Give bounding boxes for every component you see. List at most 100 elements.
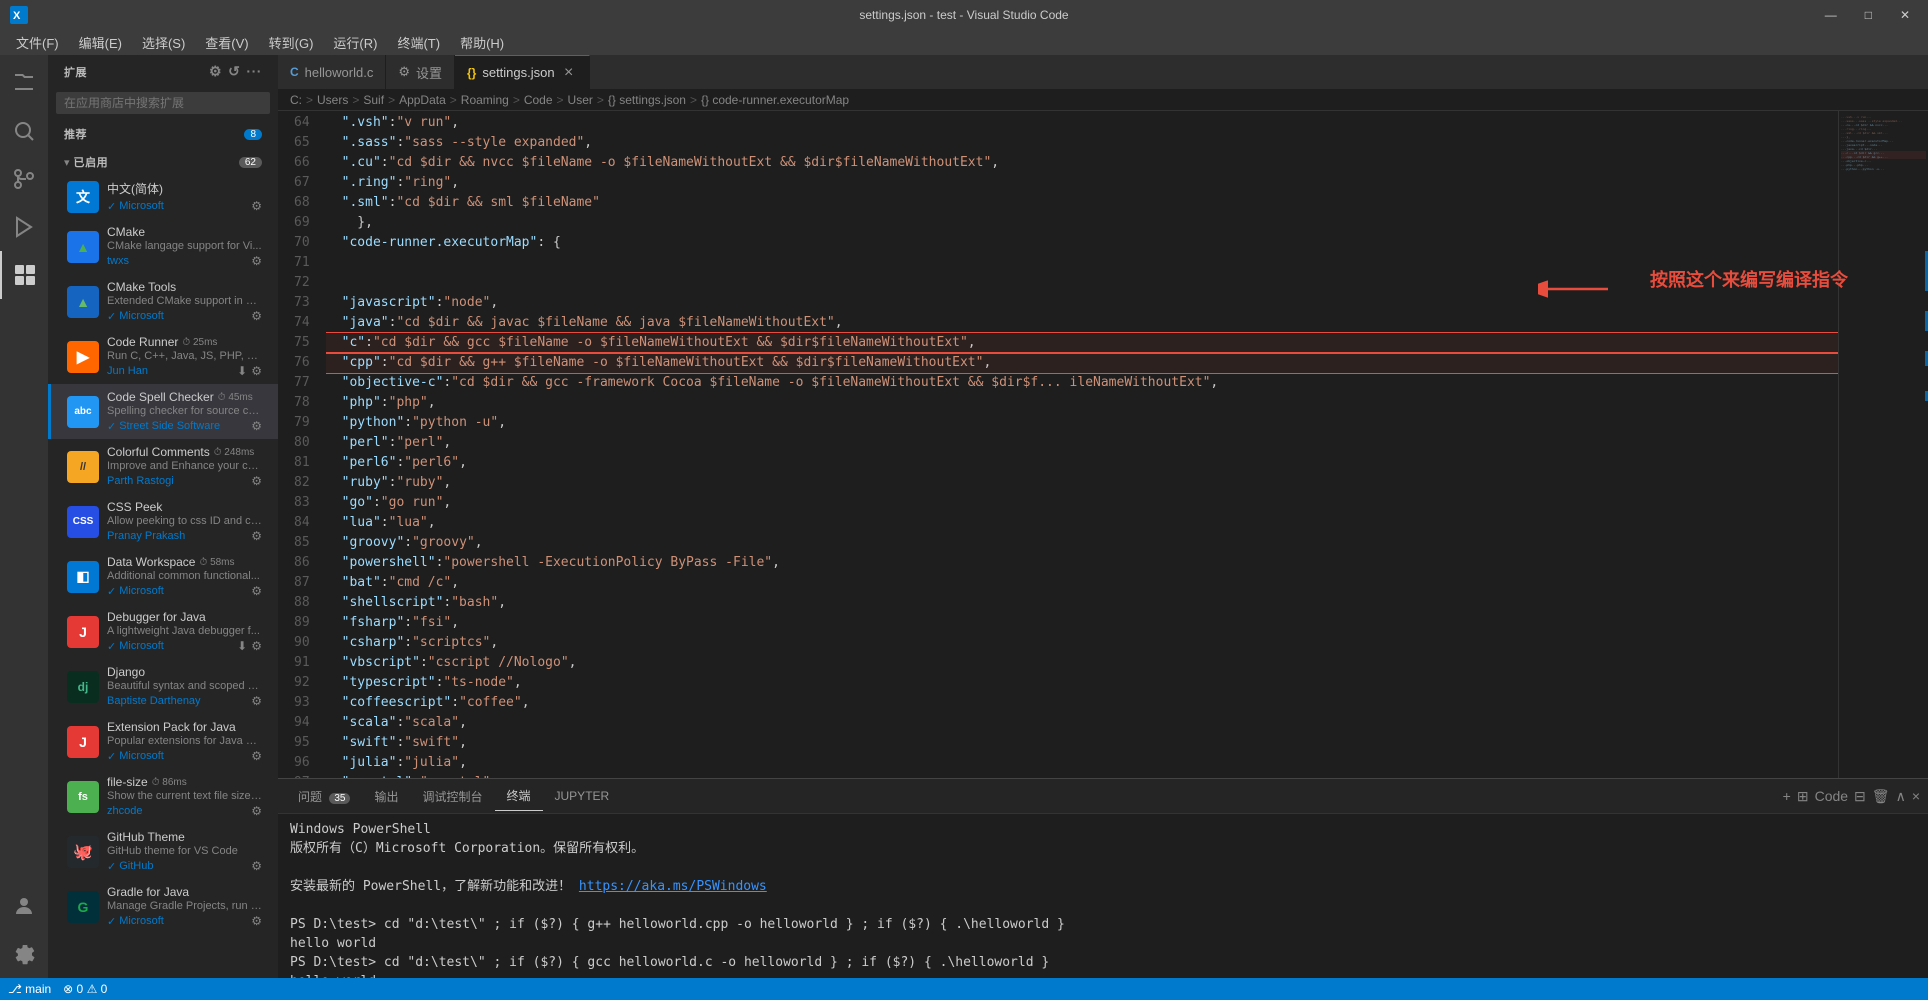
- ext-item-css-peek[interactable]: CSS CSS Peek Allow peeking to css ID and…: [48, 494, 278, 549]
- ext-item-cmake-tools[interactable]: ▲ CMake Tools Extended CMake support in …: [48, 274, 278, 329]
- ext-item-data-workspace[interactable]: ◧ Data Workspace ⏱ 58ms Additional commo…: [48, 549, 278, 604]
- line-number: 89: [286, 613, 318, 633]
- more-actions-icon[interactable]: ···: [246, 63, 262, 80]
- sidebar-header-actions[interactable]: ⚙ ↺ ···: [209, 63, 262, 80]
- ext-settings-icon[interactable]: ⚙: [251, 914, 262, 928]
- tab-close-button[interactable]: ×: [561, 65, 577, 81]
- terminal-area: 问题 35 输出 调试控制台 终端 JUPYTER + ⊞ Code ⊟ 🗑 ∧…: [278, 778, 1928, 978]
- minimize-button[interactable]: —: [1817, 4, 1845, 26]
- ext-settings-icon[interactable]: ⚙: [251, 749, 262, 763]
- activity-settings[interactable]: [0, 930, 48, 978]
- activity-search[interactable]: [0, 107, 48, 155]
- line-number: 93: [286, 693, 318, 713]
- ext-item-chinese[interactable]: 文 中文(简体) ✓ Microsoft ⚙: [48, 174, 278, 219]
- terminal-content[interactable]: Windows PowerShell 版权所有（C）Microsoft Corp…: [278, 814, 1928, 978]
- code-line: "php": "php",: [326, 393, 1838, 413]
- terminal-line: 版权所有（C）Microsoft Corporation。保留所有权利。: [290, 839, 1916, 858]
- title-bar-controls[interactable]: — □ ✕: [1817, 4, 1918, 26]
- terminal-tab-problems[interactable]: 问题 35: [286, 782, 362, 811]
- refresh-icon[interactable]: ↺: [228, 63, 240, 80]
- sidebar-search[interactable]: [48, 88, 278, 122]
- menu-item[interactable]: 终端(T): [389, 31, 448, 54]
- svg-text:X: X: [13, 10, 21, 22]
- code-line: "python": "python -u",: [326, 413, 1838, 433]
- ext-download-icon[interactable]: ⬇: [237, 364, 247, 378]
- ext-item-code-runner[interactable]: ▶ Code Runner ⏱ 25ms Run C, C++, Java, J…: [48, 329, 278, 384]
- menu-bar[interactable]: 文件(F)编辑(E)选择(S)查看(V)转到(G)运行(R)终端(T)帮助(H): [0, 30, 1928, 55]
- line-number: 90: [286, 633, 318, 653]
- status-errors[interactable]: ⊗ 0 ⚠ 0: [63, 982, 107, 996]
- line-number: 71: [286, 253, 318, 273]
- ext-item-debugger-java[interactable]: J Debugger for Java A lightweight Java d…: [48, 604, 278, 659]
- ext-settings-icon[interactable]: ⚙: [251, 804, 262, 818]
- close-button[interactable]: ✕: [1892, 4, 1918, 26]
- activity-git[interactable]: [0, 155, 48, 203]
- ext-download-icon[interactable]: ⬇: [237, 639, 247, 653]
- maximize-button[interactable]: □: [1857, 4, 1880, 26]
- menu-item[interactable]: 转到(G): [261, 31, 322, 54]
- line-number: 95: [286, 733, 318, 753]
- ext-settings-icon[interactable]: ⚙: [251, 584, 262, 598]
- terminal-trash-icon[interactable]: 🗑: [1872, 788, 1890, 805]
- ext-settings-icon[interactable]: ⚙: [251, 254, 262, 268]
- terminal-add-icon[interactable]: +: [1783, 788, 1791, 804]
- activity-explorer[interactable]: [0, 59, 48, 107]
- search-input[interactable]: [56, 92, 270, 114]
- ext-info-css-peek: CSS Peek Allow peeking to css ID and cl.…: [107, 500, 262, 543]
- ext-info-spell-checker: Code Spell Checker ⏱ 45ms Spelling check…: [107, 390, 262, 433]
- tab-settings-json[interactable]: {} settings.json ×: [455, 55, 590, 90]
- activity-extensions[interactable]: [0, 251, 48, 299]
- terminal-tab-terminal[interactable]: 终端: [495, 781, 543, 811]
- tab-helloworld-c[interactable]: C helloworld.c: [278, 55, 386, 90]
- terminal-close-icon[interactable]: ×: [1912, 788, 1920, 804]
- menu-item[interactable]: 运行(R): [325, 31, 385, 54]
- ext-item-file-size[interactable]: fs file-size ⏱ 86ms Show the current tex…: [48, 769, 278, 824]
- ext-item-ext-pack-java[interactable]: J Extension Pack for Java Popular extens…: [48, 714, 278, 769]
- ext-settings-icon[interactable]: ⚙: [251, 639, 262, 653]
- ext-settings-icon[interactable]: ⚙: [251, 199, 262, 213]
- ext-settings-icon[interactable]: ⚙: [251, 529, 262, 543]
- terminal-chevron-up-icon[interactable]: ∧: [1896, 788, 1906, 805]
- editor-content[interactable]: ".vsh": "v run", ".sass": "sass --style …: [326, 111, 1838, 778]
- section-header-recommended[interactable]: 推荐 8: [48, 122, 278, 146]
- code-line: "code-runner.executorMap": {: [326, 233, 1838, 253]
- ext-item-gradle-java[interactable]: G Gradle for Java Manage Gradle Projects…: [48, 879, 278, 934]
- section-header-enabled[interactable]: ▾ 已启用 62: [48, 150, 278, 174]
- ext-item-colorful-comments[interactable]: // Colorful Comments ⏱ 248ms Improve and…: [48, 439, 278, 494]
- activity-debug[interactable]: [0, 203, 48, 251]
- ext-item-github-theme[interactable]: 🐙 GitHub Theme GitHub theme for VS Code …: [48, 824, 278, 879]
- menu-item[interactable]: 选择(S): [134, 31, 193, 54]
- ext-settings-icon[interactable]: ⚙: [251, 474, 262, 488]
- terminal-layout-icon[interactable]: ⊟: [1854, 788, 1866, 805]
- menu-item[interactable]: 帮助(H): [452, 31, 512, 54]
- terminal-split-icon[interactable]: ⊞: [1797, 788, 1809, 805]
- menu-item[interactable]: 编辑(E): [71, 31, 130, 54]
- terminal-panel-icon[interactable]: Code: [1815, 788, 1848, 804]
- ext-item-django[interactable]: dj Django Beautiful syntax and scoped s.…: [48, 659, 278, 714]
- line-number: 69: [286, 213, 318, 233]
- annotation-overlay: 按照这个来编写编译指令: [1650, 266, 1848, 292]
- ext-settings-icon[interactable]: ⚙: [251, 419, 262, 433]
- activity-account[interactable]: [0, 882, 48, 930]
- menu-item[interactable]: 文件(F): [8, 31, 67, 54]
- tab-settings[interactable]: ⚙ 设置: [386, 55, 455, 90]
- menu-item[interactable]: 查看(V): [197, 31, 256, 54]
- ext-settings-icon[interactable]: ⚙: [251, 859, 262, 873]
- ext-settings-icon[interactable]: ⚙: [251, 694, 262, 708]
- vscode-logo-icon: X: [10, 6, 28, 24]
- line-number: 64: [286, 113, 318, 133]
- terminal-tab-output[interactable]: 输出: [362, 782, 410, 811]
- line-number: 86: [286, 553, 318, 573]
- terminal-tab-debug[interactable]: 调试控制台: [410, 782, 494, 811]
- filter-icon[interactable]: ⚙: [209, 63, 222, 80]
- ext-item-cmake[interactable]: ▲ CMake CMake langage support for Vi... …: [48, 219, 278, 274]
- ext-settings-icon[interactable]: ⚙: [251, 364, 262, 378]
- ext-settings-icon[interactable]: ⚙: [251, 309, 262, 323]
- ext-icon-code-runner: ▶: [67, 341, 99, 373]
- line-number: 96: [286, 753, 318, 773]
- ext-item-spell-checker[interactable]: abc Code Spell Checker ⏱ 45ms Spelling c…: [48, 384, 278, 439]
- terminal-tab-jupyter[interactable]: JUPYTER: [543, 783, 622, 809]
- terminal-actions[interactable]: + ⊞ Code ⊟ 🗑 ∧ ×: [1783, 788, 1920, 805]
- status-git-branch[interactable]: ⎇ main: [8, 982, 51, 996]
- line-number: 77: [286, 373, 318, 393]
